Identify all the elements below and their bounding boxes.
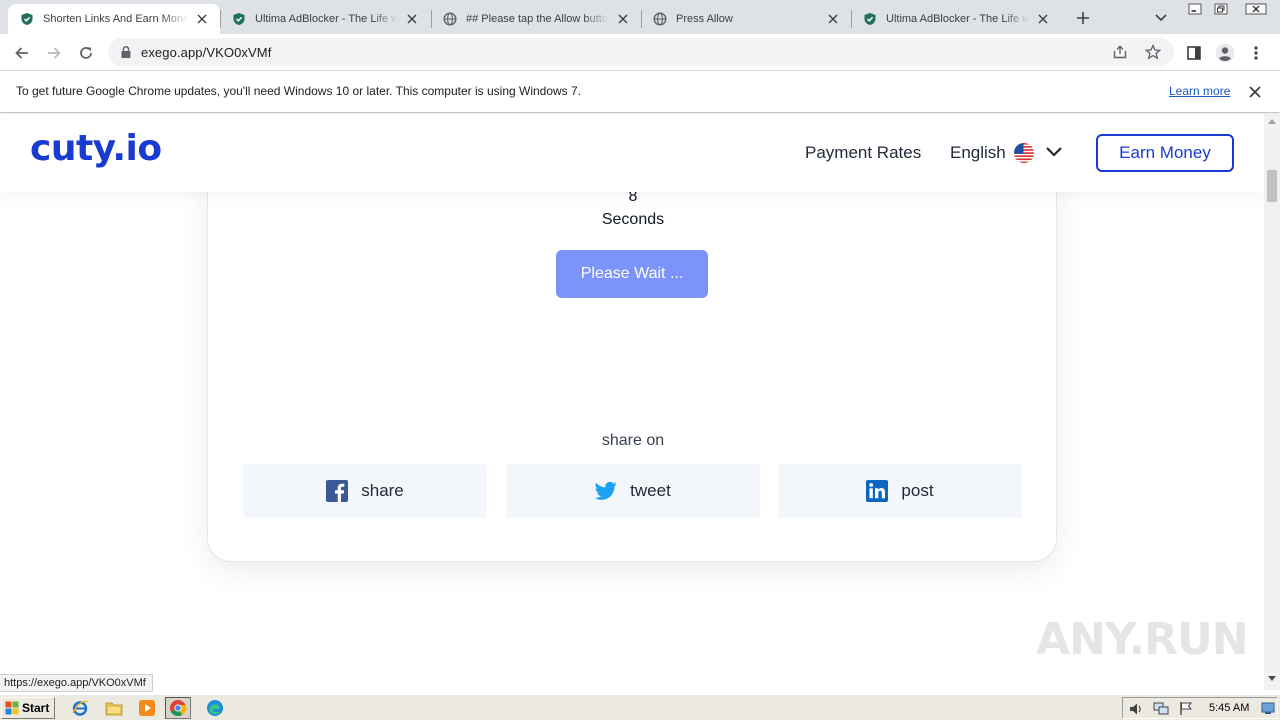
arrow-left-icon xyxy=(15,47,28,59)
linkedin-post-button[interactable]: post xyxy=(778,464,1022,518)
file-explorer-icon[interactable] xyxy=(104,698,124,718)
avatar-icon xyxy=(1215,43,1235,63)
tab-title: Ultima AdBlocker - The Life with xyxy=(255,13,398,25)
profile-button[interactable] xyxy=(1211,39,1239,67)
page-viewport: 8 Seconds Please Wait ... share on share… xyxy=(0,114,1264,690)
tab-please-tap-allow[interactable]: ## Please tap the Allow button xyxy=(431,4,641,34)
new-tab-button[interactable] xyxy=(1072,7,1094,29)
internet-explorer-icon[interactable] xyxy=(70,698,90,718)
chrome-icon xyxy=(170,700,187,716)
taskbar-clock: 5:45 AM xyxy=(1209,702,1250,714)
system-tray: 5:45 AM xyxy=(1122,697,1278,719)
chrome-taskbar-button[interactable] xyxy=(165,697,191,719)
shield-check-icon xyxy=(232,12,246,26)
tab-title: Ultima AdBlocker - The Life with xyxy=(886,13,1029,25)
scroll-down-icon[interactable] xyxy=(1268,676,1276,682)
media-player-icon[interactable] xyxy=(137,698,157,718)
shield-check-icon xyxy=(20,12,34,26)
close-tab-icon[interactable] xyxy=(194,11,210,27)
scrollbar-thumb[interactable] xyxy=(1267,170,1277,202)
close-icon xyxy=(1245,3,1267,15)
close-tab-icon[interactable] xyxy=(1035,11,1051,27)
close-tab-icon[interactable] xyxy=(404,11,420,27)
chrome-menu-button[interactable] xyxy=(1242,39,1270,67)
windows-taskbar: Start 5:45 AM xyxy=(0,694,1280,720)
speaker-icon[interactable] xyxy=(1129,702,1143,716)
globe-icon xyxy=(653,12,667,26)
plus-icon xyxy=(1077,12,1089,24)
bookmark-star-icon[interactable] xyxy=(1145,44,1161,60)
show-desktop-icon[interactable] xyxy=(1261,702,1275,715)
restore-icon xyxy=(1214,3,1228,15)
site-logo[interactable]: cuty.io xyxy=(30,128,162,169)
facebook-icon xyxy=(326,480,349,502)
tab-title: ## Please tap the Allow button xyxy=(466,13,609,25)
back-button[interactable] xyxy=(8,39,36,67)
countdown-unit: Seconds xyxy=(601,211,665,228)
side-panel-button[interactable] xyxy=(1180,39,1208,67)
facebook-share-button[interactable]: share xyxy=(243,464,487,518)
update-infobar: To get future Google Chrome updates, you… xyxy=(0,71,1280,113)
language-selector[interactable]: English xyxy=(950,143,1006,163)
browser-toolbar: exego.app/VKO0xVMf xyxy=(0,34,1280,71)
restore-button[interactable] xyxy=(1208,0,1234,18)
forward-button[interactable] xyxy=(40,39,68,67)
close-tab-icon[interactable] xyxy=(825,11,841,27)
share-on-heading: share on xyxy=(601,432,665,449)
more-vertical-icon xyxy=(1254,46,1258,60)
tweet-button-label: tweet xyxy=(630,481,671,500)
close-window-button[interactable] xyxy=(1234,0,1278,18)
twitter-tweet-button[interactable]: tweet xyxy=(506,464,760,518)
globe-icon xyxy=(443,12,457,26)
tab-ultima-adblocker-2[interactable]: Ultima AdBlocker - The Life with xyxy=(851,4,1061,34)
chevron-down-icon[interactable] xyxy=(1044,144,1064,160)
windows-logo-icon xyxy=(5,701,19,715)
twitter-icon xyxy=(595,480,617,502)
share-page-icon[interactable] xyxy=(1112,44,1128,60)
tab-title: Shorten Links And Earn Money xyxy=(43,13,188,25)
minimize-button[interactable] xyxy=(1182,0,1208,18)
address-bar[interactable]: exego.app/VKO0xVMf xyxy=(108,38,1174,66)
edge-icon[interactable] xyxy=(205,698,225,718)
shield-check-icon xyxy=(863,12,877,26)
tab-search-button[interactable] xyxy=(1150,7,1172,29)
url-text[interactable]: exego.app/VKO0xVMf xyxy=(141,45,271,60)
please-wait-button[interactable]: Please Wait ... xyxy=(556,250,708,298)
tab-strip: Shorten Links And Earn Money Ultima AdBl… xyxy=(0,0,1280,34)
arrow-right-icon xyxy=(48,47,61,59)
earn-money-button[interactable]: Earn Money xyxy=(1096,134,1234,172)
tab-press-allow[interactable]: Press Allow xyxy=(641,4,851,34)
reload-icon xyxy=(80,47,92,59)
start-button[interactable]: Start xyxy=(1,697,55,719)
lock-icon[interactable] xyxy=(120,45,132,59)
nav-payment-rates[interactable]: Payment Rates xyxy=(805,143,921,163)
tab-ultima-adblocker-1[interactable]: Ultima AdBlocker - The Life with xyxy=(220,4,430,34)
side-panel-icon xyxy=(1187,46,1201,60)
linkedin-icon xyxy=(866,480,889,502)
anyrun-watermark: ANY.RUN xyxy=(1036,614,1249,665)
reload-button[interactable] xyxy=(72,39,100,67)
chevron-down-icon xyxy=(1155,14,1167,22)
post-button-label: post xyxy=(901,481,934,500)
site-header: cuty.io Payment Rates English Earn Money xyxy=(0,114,1264,192)
tab-title: Press Allow xyxy=(676,13,733,25)
close-tab-icon[interactable] xyxy=(615,11,631,27)
page-scrollbar[interactable] xyxy=(1264,114,1280,690)
window-controls xyxy=(1182,0,1278,18)
learn-more-link[interactable]: Learn more xyxy=(1169,84,1230,98)
infobar-message: To get future Google Chrome updates, you… xyxy=(16,84,582,98)
action-center-flag-icon[interactable] xyxy=(1179,701,1193,716)
scroll-up-icon[interactable] xyxy=(1268,118,1276,124)
close-icon[interactable] xyxy=(1247,84,1263,100)
status-url-bubble: https://exego.app/VKO0xVMf xyxy=(0,674,153,692)
minimize-icon xyxy=(1188,3,1202,15)
share-button-label: share xyxy=(361,481,404,500)
tab-shorten-links[interactable]: Shorten Links And Earn Money xyxy=(8,4,220,34)
us-flag-icon[interactable] xyxy=(1014,143,1034,163)
start-label: Start xyxy=(22,701,50,715)
network-icon[interactable] xyxy=(1153,702,1169,716)
